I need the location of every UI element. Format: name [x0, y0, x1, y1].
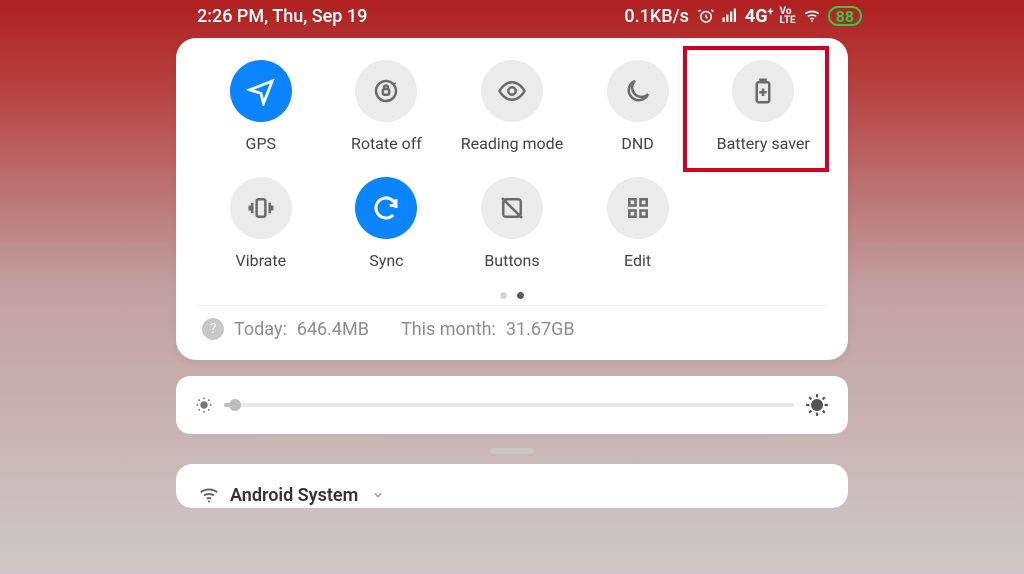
divider — [198, 305, 826, 306]
toggle-label-vibrate: Vibrate — [236, 251, 287, 270]
grid-icon[interactable] — [607, 177, 669, 239]
page-dot-1[interactable] — [517, 292, 524, 299]
toggle-gps[interactable]: GPS — [201, 60, 321, 153]
moon-icon[interactable] — [607, 60, 669, 122]
battery-indicator: 88 — [828, 6, 862, 26]
signal-icon — [721, 7, 739, 25]
page-indicator[interactable] — [198, 292, 826, 299]
data-today-label: Today: — [234, 319, 287, 340]
drag-handle[interactable] — [490, 448, 534, 454]
toggle-label-reading-mode: Reading mode — [461, 134, 563, 153]
quick-settings-grid: GPS Rotate off Reading mode DND Battery save… — [198, 60, 826, 270]
battery-plus-icon[interactable] — [732, 60, 794, 122]
toggle-dnd[interactable]: DND — [578, 60, 698, 153]
toggle-label-battery-saver: Battery saver — [717, 134, 810, 153]
data-month-label: This month: — [401, 319, 496, 340]
toggle-edit[interactable]: Edit — [578, 177, 698, 270]
wifi-icon — [198, 484, 220, 506]
chevron-down-icon[interactable] — [372, 489, 384, 501]
volte-label: VoLTE — [780, 7, 796, 25]
alarm-icon — [697, 7, 715, 25]
status-right: 0.1KB/s 4G+ VoLTE 88 — [624, 5, 862, 27]
brightness-slider[interactable] — [224, 403, 794, 407]
toggle-label-rotate-off: Rotate off — [351, 134, 422, 153]
vibrate-icon[interactable] — [230, 177, 292, 239]
brightness-thumb[interactable] — [229, 399, 241, 411]
data-usage-row[interactable]: ? Today: 646.4MB This month: 31.67GB — [198, 316, 826, 346]
toggle-buttons[interactable]: Buttons — [452, 177, 572, 270]
network-4g-label: 4G+ — [745, 5, 774, 27]
help-icon: ? — [202, 318, 224, 340]
toggle-vibrate[interactable]: Vibrate — [201, 177, 321, 270]
buttons-icon[interactable] — [481, 177, 543, 239]
toggle-label-buttons: Buttons — [484, 251, 539, 270]
status-bar: 2:26 PM, Thu, Sep 19 0.1KB/s 4G+ VoLTE 8… — [150, 0, 874, 32]
brightness-low-icon — [194, 395, 214, 415]
page-dot-0[interactable] — [500, 292, 507, 299]
notification-card[interactable]: Android System — [176, 464, 848, 508]
toggle-label-sync: Sync — [369, 251, 403, 270]
status-netspeed: 0.1KB/s — [624, 6, 689, 27]
quick-settings-panel: GPS Rotate off Reading mode DND Battery save… — [176, 38, 848, 360]
toggle-label-gps: GPS — [246, 134, 277, 153]
data-month-value: 31.67GB — [506, 319, 575, 340]
toggle-reading-mode[interactable]: Reading mode — [452, 60, 572, 153]
toggle-label-dnd: DND — [621, 134, 653, 153]
toggle-battery-saver[interactable]: Battery saver — [703, 60, 823, 153]
rotate-lock-icon[interactable] — [355, 60, 417, 122]
eye-icon[interactable] — [481, 60, 543, 122]
data-today-value: 646.4MB — [297, 319, 369, 340]
wifi-icon — [802, 7, 822, 25]
toggle-rotate-off[interactable]: Rotate off — [326, 60, 446, 153]
notification-app-name: Android System — [230, 485, 358, 506]
status-time-date: 2:26 PM, Thu, Sep 19 — [197, 6, 367, 27]
toggle-sync[interactable]: Sync — [326, 177, 446, 270]
brightness-high-icon — [804, 392, 830, 418]
navigation-icon[interactable] — [230, 60, 292, 122]
sync-icon[interactable] — [355, 177, 417, 239]
toggle-label-edit: Edit — [624, 251, 651, 270]
brightness-slider-panel — [176, 376, 848, 434]
